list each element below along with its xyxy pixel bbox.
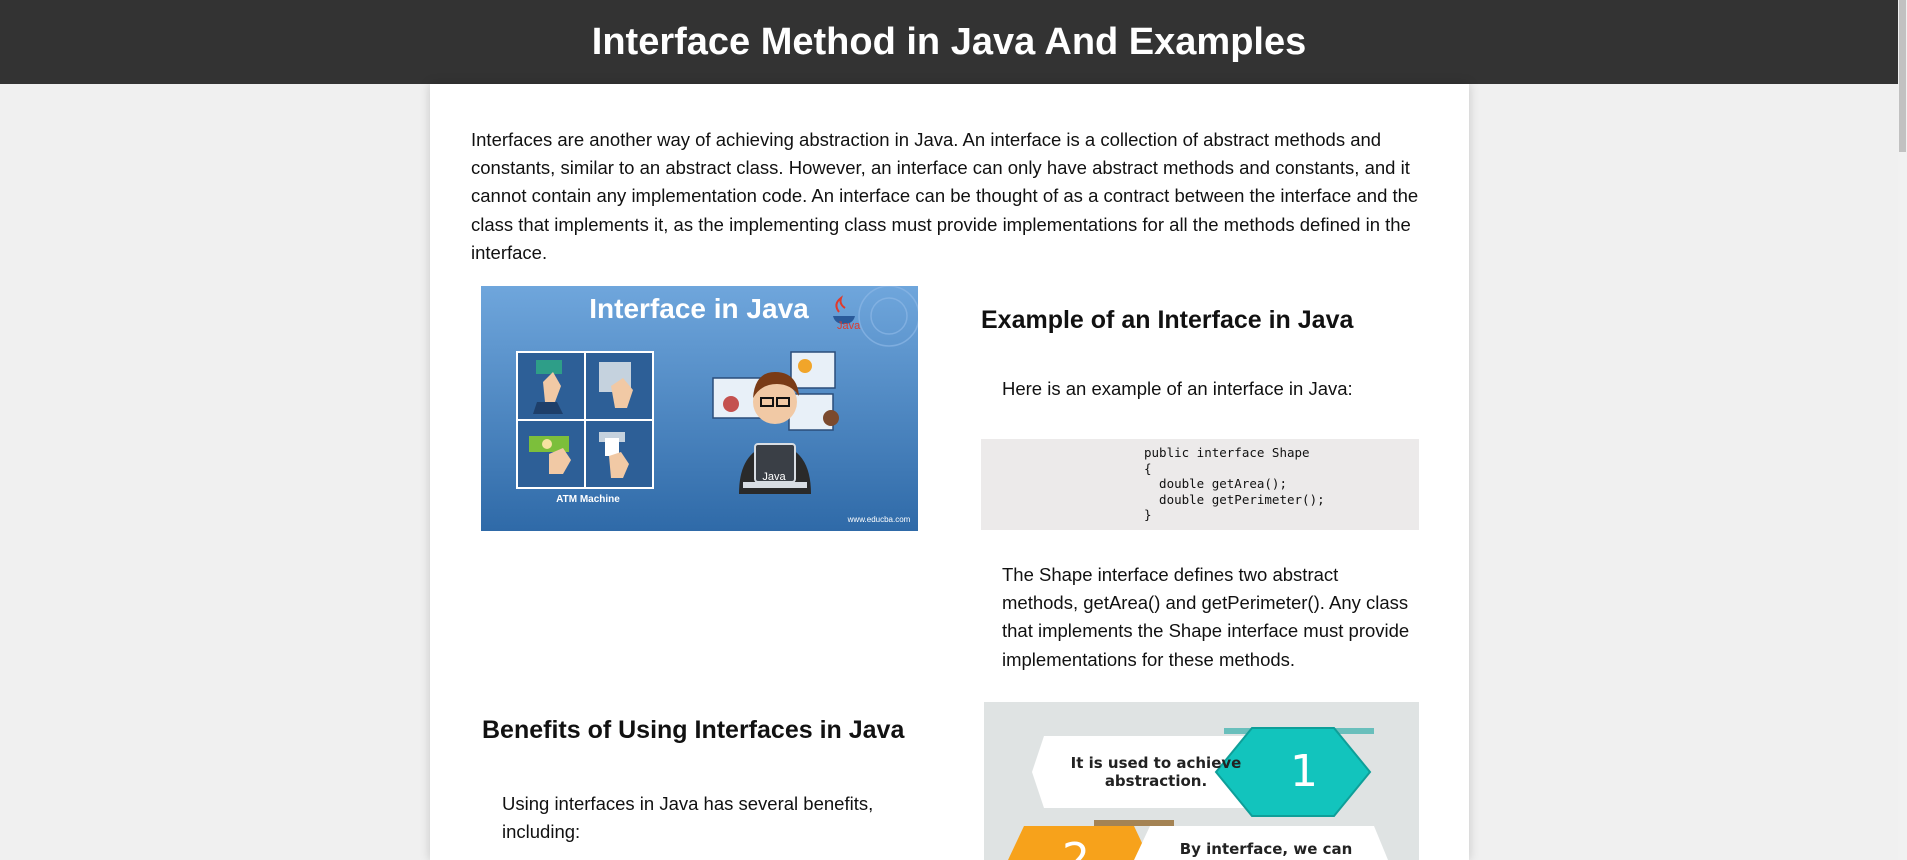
interface-benefits-infographic: It is used to achieve abstraction. 1 By …: [984, 702, 1419, 860]
intro-paragraph: Interfaces are another way of achieving …: [471, 129, 1419, 263]
infographic-number-1: 1: [1290, 746, 1318, 797]
interface-in-java-banner-image: Interface in Java Java ATM Machine Java …: [481, 286, 918, 531]
infographic-item-2-text: By interface, we can: [1180, 840, 1353, 858]
article-container: Interfaces are another way of achieving …: [430, 84, 1469, 860]
java-logo-text: Java: [837, 320, 861, 332]
code-block: public interface Shape { double getArea(…: [981, 439, 1419, 530]
scrollbar-thumb[interactable]: [1899, 0, 1906, 152]
benefits-intro: Using interfaces in Java has several ben…: [502, 793, 874, 843]
infographic-item-2: By interface, we can 2: [1008, 820, 1388, 860]
example-heading: Example of an Interface in Java: [981, 306, 1354, 334]
shape-explanation: The Shape interface defines two abstract…: [1002, 564, 1410, 670]
banner-title: Interface in Java: [589, 293, 809, 324]
laptop-java-label: Java: [762, 471, 786, 483]
page-title: Interface Method in Java And Examples: [591, 20, 1307, 63]
infographic-number-2: 2: [1062, 834, 1090, 860]
svg-text:It is used to achieve: It is used to achieve: [1071, 754, 1242, 772]
banner-illustration: Interface in Java Java ATM Machine Java …: [481, 286, 918, 531]
infographic-illustration: It is used to achieve abstraction. 1 By …: [984, 702, 1419, 860]
benefits-heading: Benefits of Using Interfaces in Java: [482, 716, 905, 744]
page-header: Interface Method in Java And Examples: [0, 0, 1898, 84]
vertical-scrollbar[interactable]: [1898, 0, 1907, 860]
example-intro: Here is an example of an interface in Ja…: [1002, 378, 1353, 399]
atm-machine-label: ATM Machine: [556, 494, 620, 505]
svg-text:abstraction.: abstraction.: [1105, 772, 1207, 790]
educba-watermark: www.educba.com: [847, 515, 911, 524]
infographic-item-1: It is used to achieve abstraction. 1: [1032, 727, 1374, 817]
